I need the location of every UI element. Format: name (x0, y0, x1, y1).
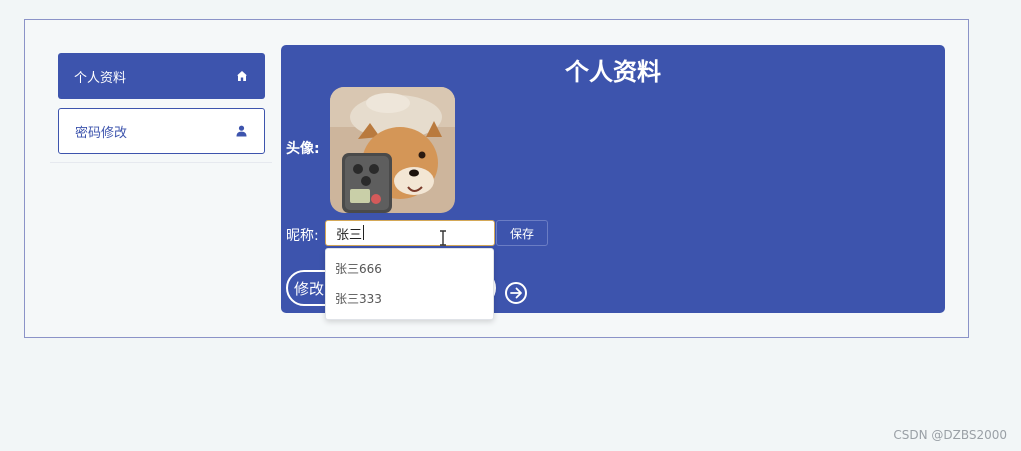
sidebar-item-label: 密码修改 (75, 125, 128, 141)
autocomplete-dropdown: 张三666 张三333 (325, 248, 494, 320)
sidebar-item-profile[interactable]: 个人资料 (58, 53, 265, 99)
avatar-label: 头像: (286, 141, 320, 157)
sidebar-item-label: 个人资料 (74, 70, 127, 86)
autocomplete-option[interactable]: 张三333 (326, 285, 493, 315)
arrow-right-icon[interactable] (505, 282, 527, 304)
nickname-input[interactable] (325, 220, 495, 246)
avatar[interactable] (330, 87, 455, 213)
watermark-text: CSDN @DZBS2000 (893, 428, 1007, 442)
user-icon (234, 124, 248, 138)
home-icon (235, 69, 249, 83)
text-caret (363, 225, 364, 240)
ibeam-cursor-icon (438, 230, 448, 250)
sidebar-item-password[interactable]: 密码修改 (58, 108, 265, 154)
save-button[interactable]: 保存 (496, 220, 548, 246)
page-title: 个人资料 (565, 58, 661, 86)
edit-button-label: 修改 (294, 279, 325, 298)
menu-divider (50, 162, 272, 163)
autocomplete-option[interactable]: 张三666 (326, 255, 493, 285)
nickname-label: 昵称: (286, 228, 319, 244)
